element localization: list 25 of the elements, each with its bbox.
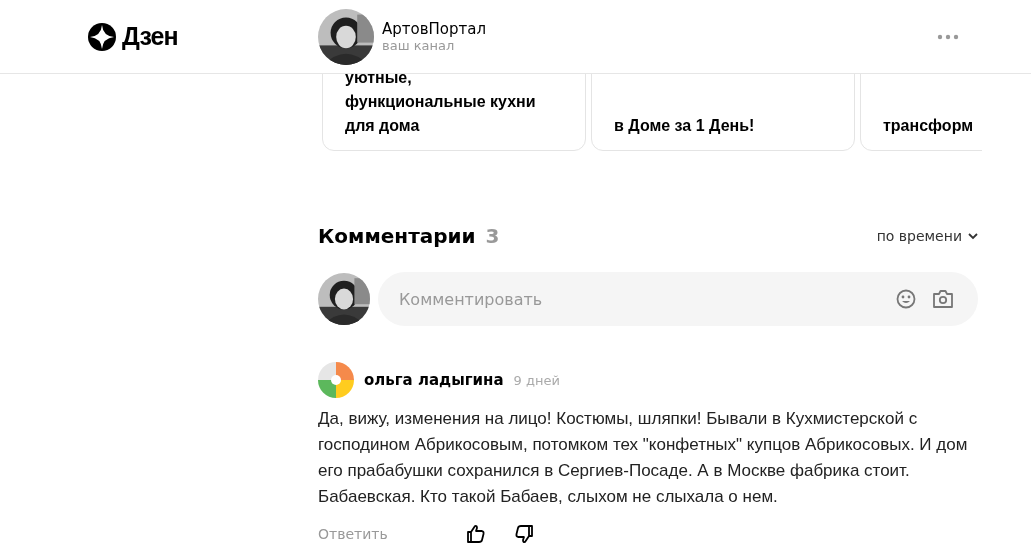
more-icon[interactable] — [937, 33, 959, 40]
logo-text[interactable]: Дзен — [122, 22, 178, 51]
logo-icon — [88, 22, 116, 51]
comment-author[interactable]: ольга ладыгина — [364, 371, 504, 389]
comment-time: 9 дней — [513, 372, 560, 388]
comments-title: Комментарии — [318, 224, 476, 248]
comment-text: Да, вижу, изменения на лицо! Костюмы, шляпки! Бывали в Кухмистерской с господином Абрикосовым, потомком тех "конфетных" купцов Абрикосовых. И дом его прабабушки сохранился в Сергиев-Посаде. А в Москве фабрика стоит. Бабаевская. Кто такой Бабаев, слыхом не слыхала о нем. — [318, 408, 968, 508]
card-title: в Доме за 1 День! — [614, 116, 756, 136]
camera-icon[interactable] — [932, 289, 954, 309]
user-avatar-icon[interactable] — [318, 362, 354, 398]
thumbs-up-icon[interactable] — [465, 524, 486, 544]
article-card[interactable]: трансформ — [860, 74, 982, 151]
comment-input[interactable]: Комментировать — [397, 288, 880, 310]
article-card[interactable]: уютные, функциональные кухни для дома — [322, 74, 586, 151]
chevron-icon — [968, 232, 978, 240]
sort-dropdown[interactable]: по времени — [876, 228, 978, 244]
comment-field[interactable]: Комментировать — [378, 272, 978, 326]
thumbs-down-icon[interactable] — [513, 524, 534, 544]
emoji-icon[interactable] — [896, 289, 916, 309]
comments-count: 3 — [485, 224, 500, 248]
card-title: трансформ — [883, 116, 975, 136]
article-card[interactable]: в Доме за 1 День! — [591, 74, 855, 151]
channel-name[interactable]: АртовПортал — [382, 20, 487, 38]
card-title: уютные, функциональные кухни для дома — [345, 74, 537, 136]
channel-subtitle: ваш канал — [382, 38, 456, 53]
